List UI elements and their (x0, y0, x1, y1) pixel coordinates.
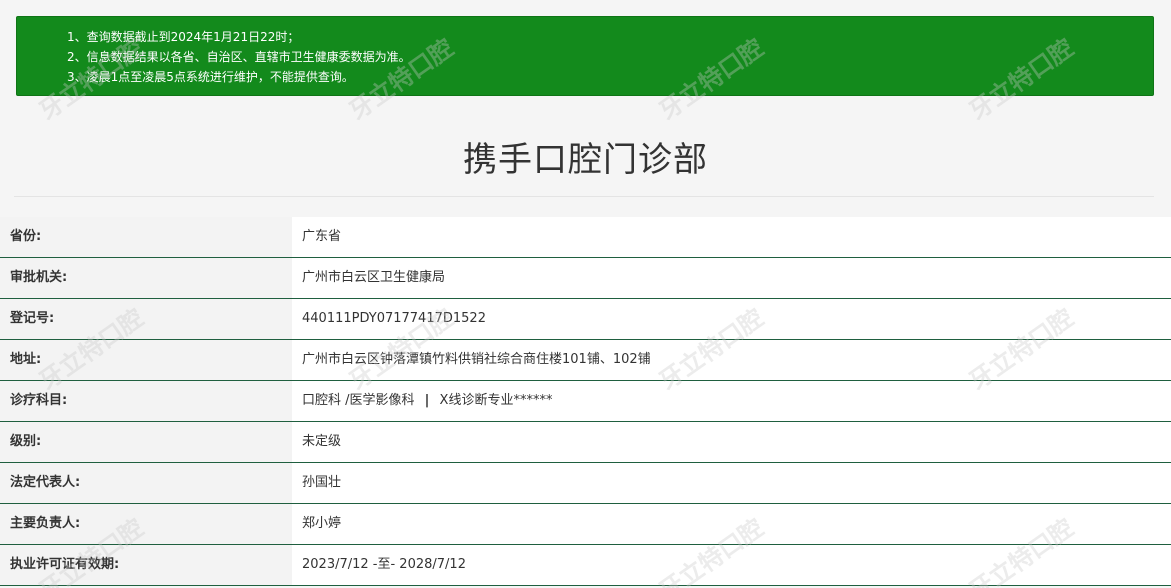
field-value: 2023/7/12 -至- 2028/7/12 (292, 545, 1171, 585)
field-value: 广州市白云区卫生健康局 (292, 258, 1171, 298)
field-value: 口腔科 /医学影像科 | X线诊断专业****** (292, 381, 1171, 421)
field-label: 级别: (0, 422, 292, 462)
field-label: 登记号: (0, 299, 292, 339)
title-divider (14, 196, 1154, 197)
field-label: 诊疗科目: (0, 381, 292, 421)
field-value: 孙国壮 (292, 463, 1171, 503)
notice-line-1: 1、查询数据截止到2024年1月21日22时； (67, 30, 300, 44)
notice-banner: 1、查询数据截止到2024年1月21日22时； 2、信息数据结果以各省、自治区、… (16, 16, 1154, 96)
department-primary: 口腔科 /医学影像科 (302, 393, 415, 408)
department-separator: | (424, 393, 430, 408)
table-row-address: 地址: 广州市白云区钟落潭镇竹料供销社综合商住楼101铺、102铺 (0, 340, 1171, 381)
field-label: 省份: (0, 217, 292, 257)
table-row-manager: 主要负责人: 郑小婷 (0, 504, 1171, 545)
page: 1、查询数据截止到2024年1月21日22时； 2、信息数据结果以各省、自治区、… (0, 0, 1171, 588)
field-label: 主要负责人: (0, 504, 292, 544)
field-label: 地址: (0, 340, 292, 380)
table-row-authority: 审批机关: 广州市白云区卫生健康局 (0, 258, 1171, 299)
page-title: 携手口腔门诊部 (463, 140, 708, 180)
notice-line-2: 2、信息数据结果以各省、自治区、直辖市卫生健康委数据为准。 (67, 50, 411, 64)
field-label: 执业许可证有效期: (0, 545, 292, 585)
info-table: 省份: 广东省 审批机关: 广州市白云区卫生健康局 登记号: 440111PDY… (0, 217, 1171, 586)
table-row-registration: 登记号: 440111PDY07177417D1522 (0, 299, 1171, 340)
field-label: 法定代表人: (0, 463, 292, 503)
table-row-province: 省份: 广东省 (0, 217, 1171, 258)
field-value: 未定级 (292, 422, 1171, 462)
field-value: 郑小婷 (292, 504, 1171, 544)
table-row-license: 执业许可证有效期: 2023/7/12 -至- 2028/7/12 (0, 545, 1171, 586)
field-value: 广东省 (292, 217, 1171, 257)
field-label: 审批机关: (0, 258, 292, 298)
field-value: 广州市白云区钟落潭镇竹料供销社综合商住楼101铺、102铺 (292, 340, 1171, 380)
table-row-level: 级别: 未定级 (0, 422, 1171, 463)
table-row-departments: 诊疗科目: 口腔科 /医学影像科 | X线诊断专业****** (0, 381, 1171, 422)
field-value: 440111PDY07177417D1522 (292, 299, 1171, 339)
table-row-legal-rep: 法定代表人: 孙国壮 (0, 463, 1171, 504)
notice-line-3: 3、凌晨1点至凌晨5点系统进行维护，不能提供查询。 (67, 70, 354, 84)
department-secondary: X线诊断专业****** (439, 393, 553, 408)
